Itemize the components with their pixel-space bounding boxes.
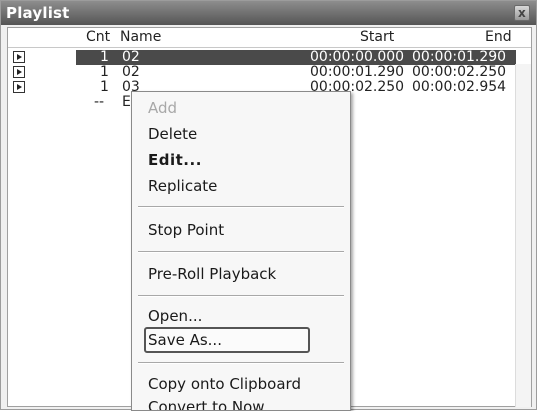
menu-item-convert-to-now[interactable]: Convert to Now [148, 397, 265, 410]
play-icon[interactable] [13, 51, 25, 63]
header-end[interactable]: End [485, 29, 512, 45]
menu-separator [138, 251, 344, 253]
row-start: 00:00:00.000 [310, 49, 405, 65]
menu-item-copy-onto-clipboard[interactable]: Copy onto Clipboard [148, 374, 301, 394]
header-cnt[interactable]: Cnt [86, 29, 110, 45]
row-name: 02 [122, 49, 140, 65]
menu-item-open[interactable]: Open... [148, 306, 202, 326]
list-header: Cnt Name Start End [8, 28, 531, 48]
row-cnt: 1 [100, 49, 109, 65]
close-icon[interactable]: x [514, 5, 530, 21]
playlist-window: Playlist x Cnt Name Start End 1 02 00:00… [0, 0, 537, 411]
menu-item-save-as[interactable]: Save As... [148, 330, 222, 350]
menu-item-pre-roll-playback[interactable]: Pre-Roll Playback [148, 264, 276, 284]
window-title: Playlist [6, 4, 70, 22]
table-row[interactable]: 1 02 00:00:01.290 00:00:02.250 [8, 65, 531, 79]
menu-separator [138, 295, 344, 297]
row-end: 00:00:01.290 [412, 49, 507, 65]
menu-item-stop-point[interactable]: Stop Point [148, 220, 224, 240]
row-cnt: 1 [100, 64, 109, 80]
play-icon[interactable] [13, 81, 25, 93]
row-cnt: 1 [100, 79, 109, 95]
row-name: 02 [122, 64, 140, 80]
table-row[interactable]: 1 02 00:00:00.000 00:00:01.290 [8, 49, 531, 65]
menu-item-replicate[interactable]: Replicate [148, 176, 217, 196]
row-end: 00:00:02.954 [412, 79, 507, 95]
row-name: E [122, 94, 131, 110]
row-start: 00:00:01.290 [310, 64, 405, 80]
header-name[interactable]: Name [120, 29, 161, 45]
context-menu: Add Delete Edit... Replicate Stop Point … [131, 91, 351, 411]
menu-item-delete[interactable]: Delete [148, 124, 197, 144]
title-bar: Playlist x [1, 1, 536, 25]
menu-separator [138, 206, 344, 208]
menu-item-edit[interactable]: Edit... [148, 150, 202, 170]
play-icon[interactable] [13, 66, 25, 78]
row-cnt: -- [94, 94, 105, 110]
row-end: 00:00:02.250 [412, 64, 507, 80]
vertical-scrollbar[interactable] [515, 64, 531, 407]
menu-separator [138, 362, 344, 364]
menu-item-add[interactable]: Add [148, 98, 177, 118]
header-start[interactable]: Start [360, 29, 394, 45]
